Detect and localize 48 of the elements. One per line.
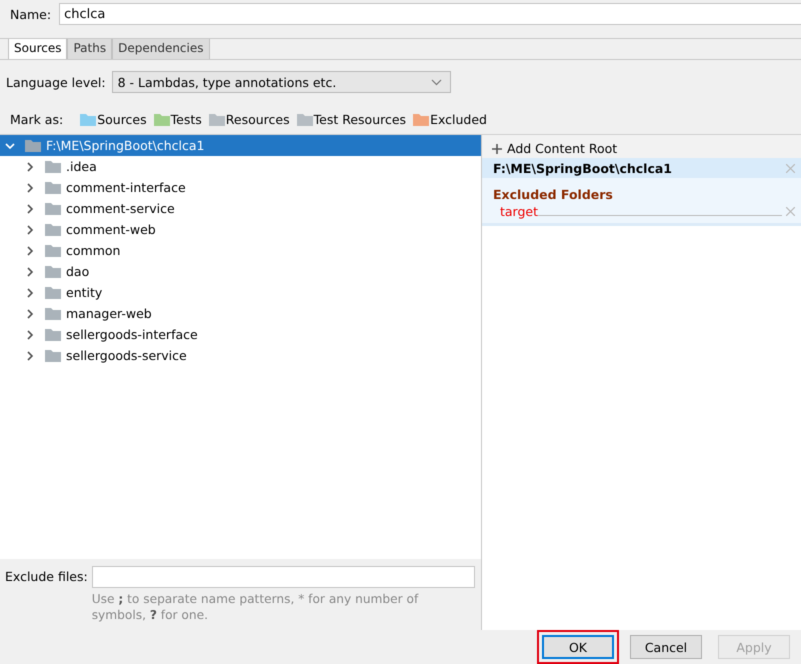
- dialog-button[interactable]: Cancel: [630, 635, 702, 659]
- name-field[interactable]: chclca: [59, 3, 801, 25]
- tree-row[interactable]: common: [0, 240, 481, 261]
- folder-icon: [45, 223, 61, 236]
- mark-as-button[interactable]: Test Resources: [296, 112, 406, 126]
- folder-icon: [45, 244, 61, 257]
- language-level-label: Language level:: [6, 74, 106, 90]
- mark-as-button[interactable]: Excluded: [413, 112, 487, 126]
- chevron-down-icon: [430, 78, 442, 86]
- dialog-button[interactable]: OK: [542, 635, 614, 659]
- name-label: Name:: [10, 6, 52, 22]
- folder-icon: [45, 202, 61, 215]
- tab[interactable]: Dependencies: [112, 39, 210, 59]
- folder-icon: [45, 328, 61, 341]
- tree-row[interactable]: F:\ME\SpringBoot\chclca1: [0, 135, 481, 156]
- add-content-root-button[interactable]: Add Content Root: [482, 135, 801, 158]
- exclude-files-label: Exclude files:: [5, 568, 88, 586]
- tree-row[interactable]: sellergoods-service: [0, 345, 481, 366]
- hint-text: Use ; to separate name patterns, * for any number of symbols, ? for one.: [92, 591, 420, 623]
- plus-icon: [492, 144, 502, 154]
- close-icon: [786, 207, 795, 216]
- folder-icon: [45, 160, 61, 173]
- folder-icon: [45, 181, 61, 194]
- mark-as-button[interactable]: Tests: [154, 112, 202, 126]
- excluded-folders-title: Excluded Folders: [492, 186, 614, 204]
- excluded-folder: target: [500, 204, 538, 219]
- folder-icon: [45, 286, 61, 299]
- close-icon: [786, 164, 795, 172]
- mark-as-button[interactable]: Sources: [80, 112, 147, 126]
- tree-row[interactable]: dao: [0, 261, 481, 282]
- tab[interactable]: Sources: [8, 39, 68, 59]
- tree-row[interactable]: .idea: [0, 156, 481, 177]
- tree-row[interactable]: comment-web: [0, 219, 481, 240]
- language-level-dropdown[interactable]: 8 - Lambdas, type annotations etc.: [112, 71, 451, 93]
- tree-row[interactable]: manager-web: [0, 303, 481, 324]
- folder-icon: [25, 139, 41, 152]
- folder-icon: [45, 307, 61, 320]
- folder-icon: [45, 265, 61, 278]
- content-root-path: F:\ME\SpringBoot\chclca1: [493, 160, 672, 176]
- tree-row[interactable]: comment-service: [0, 198, 481, 219]
- exclude-files-field[interactable]: [92, 566, 475, 588]
- tree-row[interactable]: comment-interface: [0, 177, 481, 198]
- tree-row[interactable]: sellergoods-interface: [0, 324, 481, 345]
- folder-icon: [45, 349, 61, 362]
- tree-row[interactable]: entity: [0, 282, 481, 303]
- mark-as-label: Mark as:: [10, 112, 64, 126]
- tab[interactable]: Paths: [67, 39, 112, 59]
- mark-as-button[interactable]: Resources: [208, 112, 290, 126]
